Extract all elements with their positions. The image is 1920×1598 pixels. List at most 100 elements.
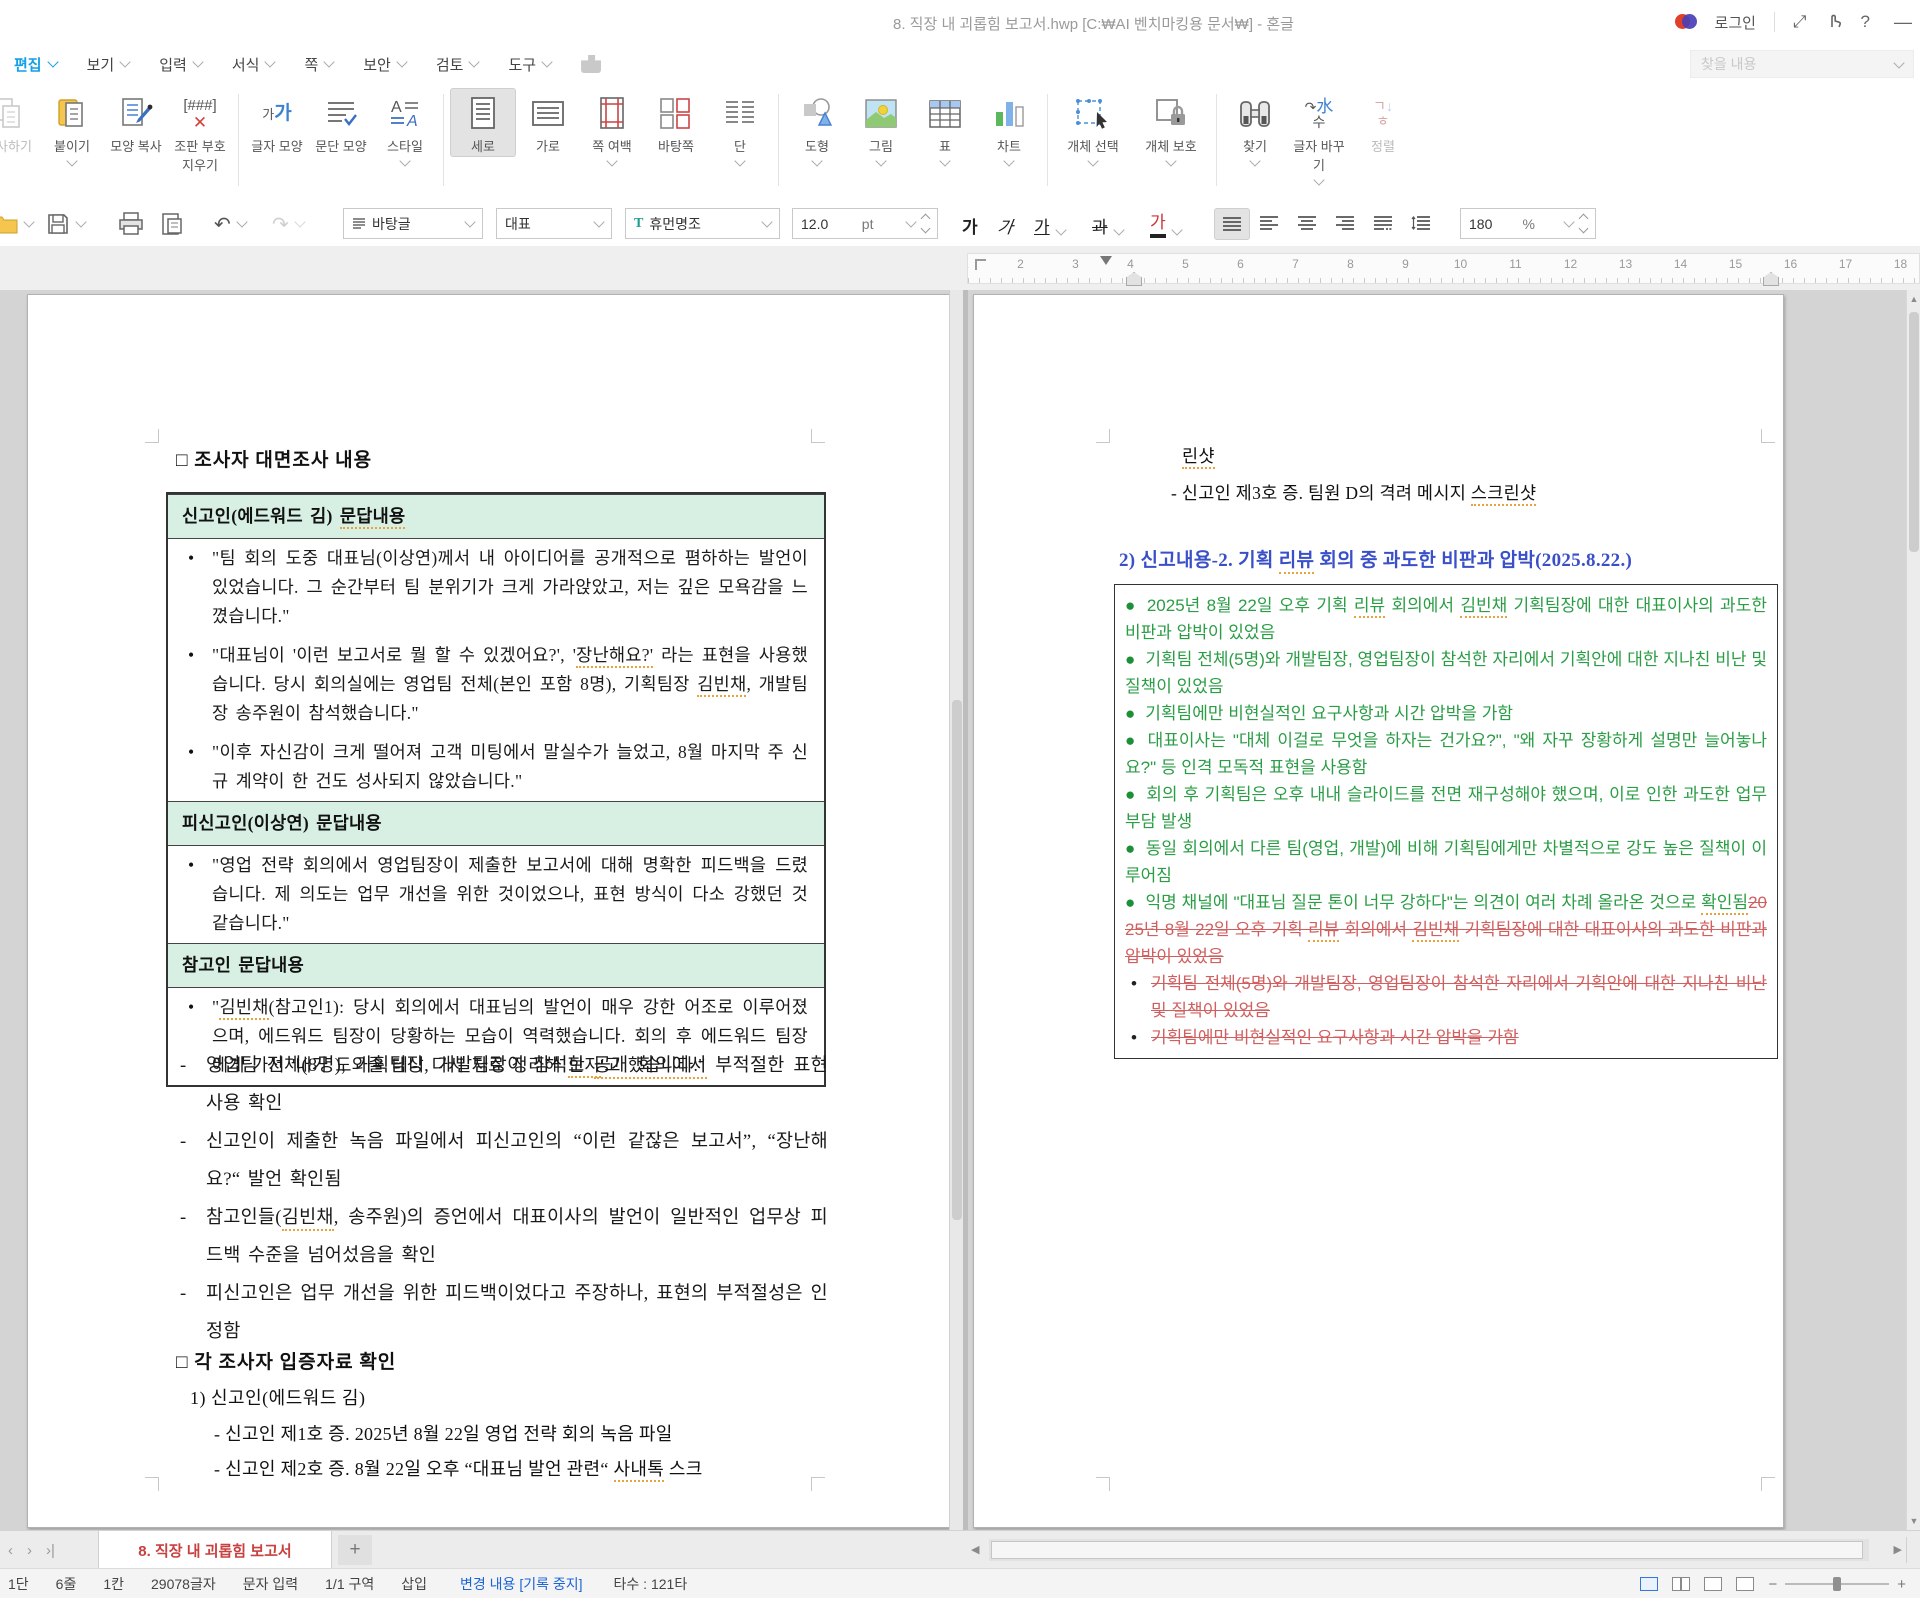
sort-button[interactable]: ㄱ↓ㅎ 정렬	[1351, 88, 1415, 156]
finding-item: -피신고인은 업무 개선을 위한 피드백이었다고 주장하나, 표현의 부적절성은…	[178, 1275, 828, 1351]
help-button[interactable]: ?	[1861, 12, 1870, 32]
redo-button[interactable]: ↷	[272, 210, 304, 238]
char-convert-button[interactable]: ↷水수 글자 바꾸기	[1287, 88, 1351, 188]
style-select[interactable]: 바탕글	[343, 208, 483, 239]
expand-icon[interactable]: ⤢	[1793, 12, 1807, 32]
clear-control-marks-button[interactable]: [###]✕ 조판 부호 지우기	[168, 88, 232, 175]
chart-icon	[989, 92, 1029, 136]
select-object-button[interactable]: 개체 선택	[1054, 88, 1132, 169]
search-input[interactable]: 찾을 내용	[1690, 50, 1914, 78]
tab-last-button[interactable]: ›|	[46, 1542, 55, 1559]
undo-button[interactable]: ↶	[214, 210, 246, 238]
pane-split-divider[interactable]	[963, 290, 968, 1530]
menu-page[interactable]: 쪽	[304, 54, 333, 75]
style-button[interactable]: AA 스타일	[373, 88, 437, 169]
box-paragraph: ●동일 회의에서 다른 팀(영업, 개발)에 비해 기획팀에게만 차별적으로 강…	[1125, 835, 1767, 889]
align-center-button[interactable]	[1290, 208, 1324, 238]
format-painter-button[interactable]: 모양 복사	[104, 88, 168, 156]
underline-button[interactable]: 가	[1034, 208, 1065, 238]
section-heading-interview: □ 조사자 대면조사 내용	[176, 445, 372, 472]
minimize-button[interactable]: —	[1894, 12, 1912, 33]
preset-select[interactable]: 대표	[496, 208, 612, 239]
format-painter-icon	[116, 92, 156, 136]
align-right-button[interactable]	[1328, 208, 1362, 238]
menu-review[interactable]: 검토	[436, 54, 479, 75]
right-pane-horizontal-scrollbar[interactable]: ◀ ▶	[967, 1531, 1906, 1569]
shapes-button[interactable]: 도형	[785, 88, 849, 169]
align-distribute-button[interactable]	[1366, 208, 1400, 238]
line-spacing-button[interactable]	[1404, 208, 1438, 238]
view-full-screen-button[interactable]	[1736, 1577, 1754, 1591]
menu-tools[interactable]: 도구	[508, 54, 551, 75]
scroll-left-icon[interactable]: ◀	[971, 1543, 979, 1556]
box-paragraph: ●익명 채널에 "대표님 질문 톤이 너무 강하다"는 의견이 여러 차례 올라…	[1125, 889, 1767, 970]
italic-button[interactable]: 가	[996, 208, 1016, 238]
menu-security[interactable]: 보안	[363, 54, 406, 75]
protect-object-button[interactable]: 개체 보호	[1132, 88, 1210, 169]
landscape-button[interactable]: 가로	[516, 88, 580, 156]
print-button[interactable]	[118, 210, 144, 238]
zoom-slider[interactable]: − +	[1768, 1576, 1906, 1593]
menu-edit[interactable]: 편집	[14, 54, 57, 75]
left-pane-vertical-scrollbar[interactable]	[949, 290, 964, 1530]
para-shape-button[interactable]: 문단 모양	[309, 88, 373, 156]
change-tracking-status[interactable]: 변경 내용 [기록 중지]	[460, 1574, 583, 1594]
save-button[interactable]	[46, 210, 85, 238]
menu-view[interactable]: 보기	[87, 54, 130, 75]
scroll-right-icon[interactable]: ▶	[1894, 1543, 1902, 1556]
print-preview-button[interactable]	[160, 210, 184, 238]
zoom-slider-thumb[interactable]	[1833, 1577, 1841, 1591]
new-document-button[interactable]	[0, 210, 33, 238]
view-page-layout-button[interactable]	[1640, 1577, 1658, 1591]
table-button[interactable]: 표	[913, 88, 977, 169]
font-select[interactable]: T휴먼명조	[625, 208, 780, 239]
columns-button[interactable]: 단	[708, 88, 772, 169]
login-button[interactable]: 로그인	[1715, 12, 1756, 33]
bold-button[interactable]: 가	[962, 208, 978, 238]
portrait-icon	[463, 92, 503, 136]
ruler-tab-marker[interactable]	[975, 259, 986, 270]
zoom-input[interactable]: 180%	[1460, 208, 1596, 239]
strikethrough-button[interactable]: 과	[1092, 208, 1123, 238]
menu-input[interactable]: 입력	[159, 54, 202, 75]
box-paragraph: ●대표이사는 "대체 이걸로 무엇을 하자는 건가요?", "왜 자꾸 장황하게…	[1125, 727, 1767, 781]
box-paragraph: ●2025년 8월 22일 오후 기획 리뷰 회의에서 김빈채 기획팀장에 대한…	[1125, 592, 1767, 646]
new-tab-button[interactable]: +	[338, 1535, 372, 1565]
box-paragraph: ●기획팀 전체(5명)와 개발팀장, 영업팀장이 참석한 자리에서 기획안에 대…	[1125, 646, 1767, 700]
page-1[interactable]: □ 조사자 대면조사 내용 신고인(에드워드 김) 문답내용 •"팀 회의 도중…	[27, 294, 951, 1528]
table-row: 신고인(에드워드 김) 문답내용	[168, 494, 824, 539]
align-left-button[interactable]	[1252, 208, 1286, 238]
document-tab[interactable]: 8. 직장 내 괴롭힘 보고서	[98, 1531, 332, 1569]
page-2[interactable]: 린샷 - 신고인 제3호 증. 팀원 D의 격려 메시지 스크린샷 2) 신고내…	[973, 294, 1784, 1528]
char-shape-button[interactable]: 가가 글자 모양	[245, 88, 309, 156]
menu-format[interactable]: 서식	[232, 54, 275, 75]
picture-button[interactable]: 그림	[849, 88, 913, 169]
page-margins-button[interactable]: 쪽 여백	[580, 88, 644, 169]
paste-button[interactable]: 붙이기	[40, 88, 104, 169]
scroll-up-icon[interactable]: ▲	[1907, 294, 1920, 304]
right-pane-vertical-scrollbar[interactable]: ▲ ▼	[1906, 290, 1920, 1530]
zoom-in-icon[interactable]: +	[1897, 1576, 1906, 1593]
view-fit-page-button[interactable]	[1704, 1577, 1722, 1591]
style-icon: AA	[385, 92, 425, 136]
align-justify-button[interactable]	[1214, 208, 1250, 240]
clear-control-marks-icon: [###]✕	[183, 92, 216, 136]
status-bar: 1단6줄1칸29078글자문자 입력1/1 구역삽입 변경 내용 [기록 중지]…	[0, 1568, 1920, 1598]
tab-prev-button[interactable]: ‹	[8, 1542, 13, 1559]
interview-table: 신고인(에드워드 김) 문답내용 •"팀 회의 도중 대표님(이상연)께서 내 …	[166, 492, 826, 1087]
view-fit-width-button[interactable]	[1672, 1577, 1690, 1591]
master-page-button[interactable]: 바탕쪽	[644, 88, 708, 156]
box-paragraph: •기획팀에만 비현실적인 요구사항과 시간 압박을 가함	[1125, 1024, 1767, 1051]
tab-next-button[interactable]: ›	[27, 1542, 32, 1559]
touch-mode-icon[interactable]	[1825, 11, 1843, 34]
copy-button[interactable]: 복사하기	[0, 88, 40, 156]
find-button[interactable]: 찾기	[1223, 88, 1287, 169]
font-size-input[interactable]: 12.0pt	[792, 208, 938, 239]
addon-icon[interactable]	[581, 55, 601, 73]
font-color-button[interactable]: 가	[1150, 208, 1181, 238]
scroll-down-icon[interactable]: ▼	[1907, 1516, 1920, 1526]
zoom-out-icon[interactable]: −	[1768, 1576, 1777, 1593]
continued-word: 린샷	[1182, 443, 1215, 468]
chart-button[interactable]: 차트	[977, 88, 1041, 169]
portrait-button[interactable]: 세로	[450, 88, 516, 157]
